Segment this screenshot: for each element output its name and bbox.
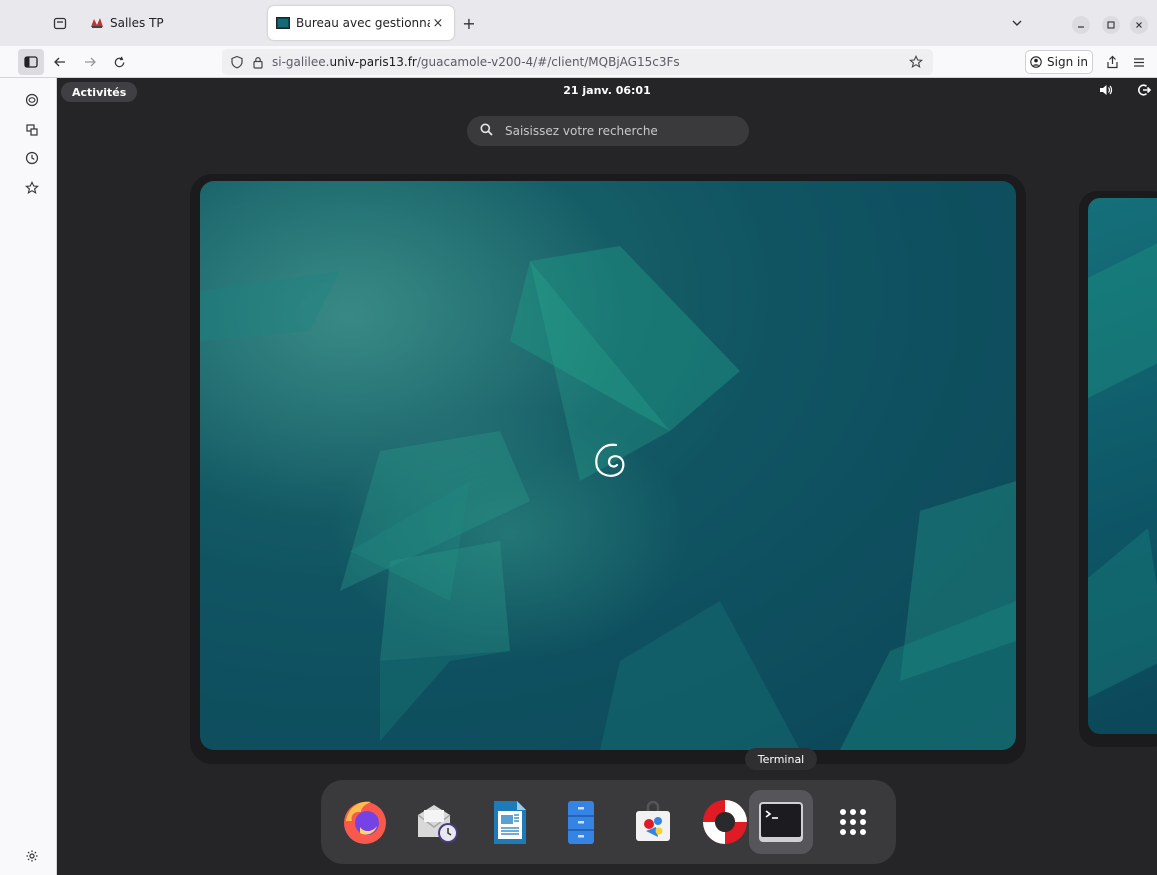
sign-in-label: Sign in [1047, 55, 1088, 69]
bookmarks-star-icon[interactable] [22, 178, 42, 198]
back-arrow-icon[interactable] [47, 49, 73, 75]
tab-list-chevron-down-icon[interactable] [1003, 9, 1031, 37]
ai-chatbot-icon[interactable] [22, 90, 42, 110]
guacamole-favicon [276, 17, 290, 29]
overview-search-field[interactable]: Saisissez votre recherche [467, 116, 749, 146]
firefox-icon[interactable] [333, 790, 397, 854]
search-icon [467, 123, 505, 140]
url-host: univ-paris13.fr [329, 55, 417, 69]
evolution-mail-icon[interactable] [405, 790, 469, 854]
sidebar-toggle-icon[interactable] [18, 49, 44, 75]
clock[interactable]: 21 janv. 06:01 [57, 84, 1157, 97]
volume-icon[interactable] [1099, 83, 1113, 100]
account-icon [1030, 56, 1042, 68]
help-icon[interactable] [693, 790, 757, 854]
url-bar[interactable]: si-galilee. univ-paris13.fr/guacamole-v20… [222, 49, 933, 75]
share-icon[interactable] [1099, 49, 1125, 75]
workspace-2-thumbnail[interactable] [1088, 198, 1157, 734]
gnome-top-bar: Activités 21 janv. 06:01 [57, 78, 1157, 106]
tab-title: Salles TP [110, 16, 164, 30]
file-manager-icon[interactable] [549, 790, 613, 854]
minimize-button[interactable] [1072, 16, 1090, 34]
maximize-button[interactable] [1102, 16, 1120, 34]
dock-tooltip: Terminal [745, 748, 817, 770]
bookmark-star-icon[interactable] [909, 55, 923, 69]
tab-title: Bureau avec gestionnaire [296, 16, 430, 30]
navigation-toolbar: si-galilee. univ-paris13.fr/guacamole-v20… [0, 46, 1157, 78]
close-window-button[interactable] [1130, 16, 1148, 34]
lock-icon[interactable] [252, 56, 264, 69]
browser-sidebar [0, 78, 57, 875]
debian-wallpaper [200, 181, 1016, 750]
terminal-icon[interactable] [749, 790, 813, 854]
software-store-icon[interactable] [621, 790, 685, 854]
new-tab-button[interactable]: + [455, 9, 483, 37]
libreoffice-writer-icon[interactable] [477, 790, 541, 854]
search-placeholder: Saisissez votre recherche [505, 124, 658, 138]
forward-arrow-icon[interactable] [77, 49, 103, 75]
tab-overview-icon[interactable] [46, 9, 74, 37]
remote-desktop[interactable]: Activités 21 janv. 06:01 Saisissez votre… [57, 78, 1157, 875]
debian-wallpaper-peek [1088, 243, 1157, 698]
tab-salles-tp[interactable]: Salles TP × [82, 6, 296, 40]
settings-gear-icon[interactable] [22, 846, 42, 866]
power-icon[interactable] [1137, 83, 1152, 100]
url-path: /guacamole-v200-4/#/client/MQBjAG15c3Fs [416, 55, 680, 69]
shield-icon[interactable] [230, 55, 244, 69]
tab-bureau[interactable]: Bureau avec gestionnaire × [268, 6, 454, 40]
app-grid-icon[interactable] [821, 790, 885, 854]
history-clock-icon[interactable] [22, 148, 42, 168]
synced-tabs-icon[interactable] [22, 120, 42, 140]
workspace-thumbnail[interactable] [200, 181, 1016, 750]
sign-in-button[interactable]: Sign in [1025, 50, 1093, 74]
dash-dock [321, 780, 896, 864]
url-prefix: si-galilee. [272, 55, 330, 69]
hamburger-menu-icon[interactable] [1126, 49, 1152, 75]
reload-icon[interactable] [106, 49, 132, 75]
tab-bar: Salles TP × Bureau avec gestionnaire × + [0, 0, 1157, 46]
tab-close-button[interactable]: × [430, 16, 446, 31]
salles-tp-favicon [91, 18, 103, 28]
